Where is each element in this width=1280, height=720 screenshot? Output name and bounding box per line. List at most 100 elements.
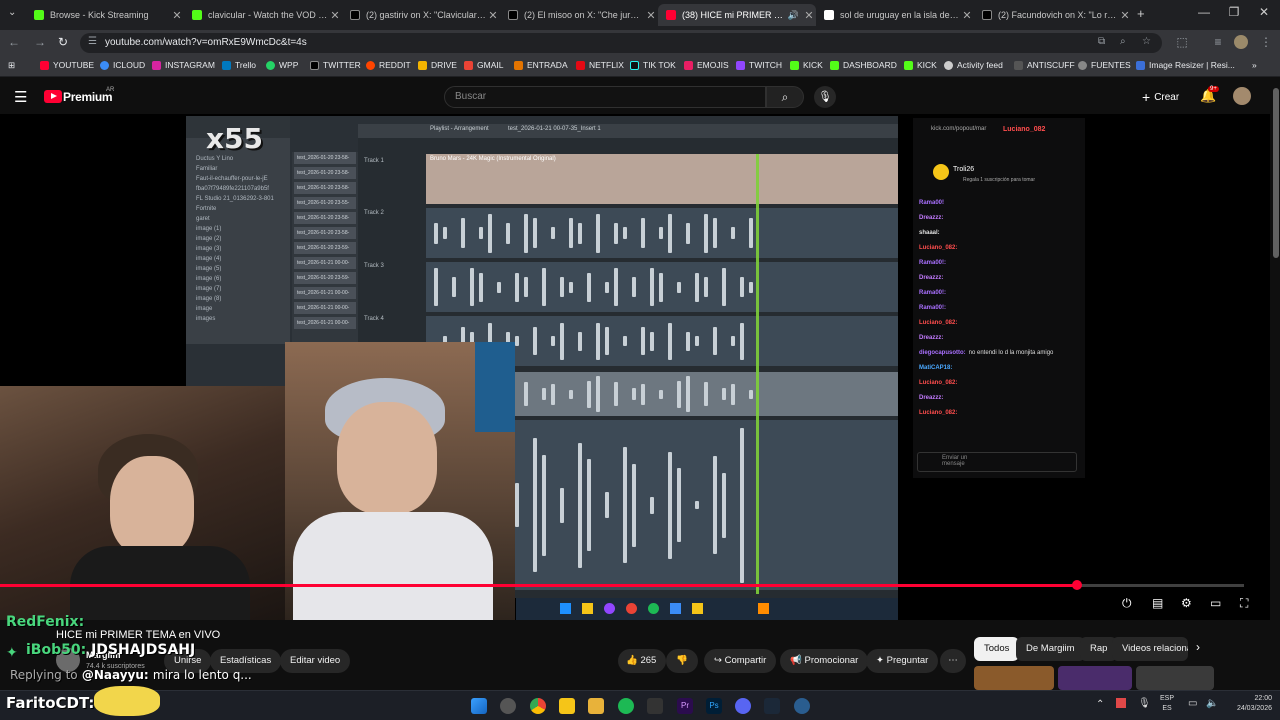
chat-username[interactable]: Dreazzz: [919, 335, 943, 341]
chat-input[interactable]: Enviar un mensaje [917, 452, 1077, 472]
voice-search-button[interactable]: 🎙 [814, 86, 836, 108]
bookmark-twitch[interactable]: TWITCH [736, 60, 782, 70]
search-input[interactable]: Buscar [444, 86, 766, 108]
page-scrollbar[interactable] [1272, 78, 1280, 690]
like-button[interactable]: 👍 265 [618, 649, 666, 673]
bookmark-antiscuff[interactable]: ANTISCUFF [1014, 60, 1075, 70]
filter-chip-channel[interactable]: De Margiim [1016, 637, 1085, 661]
chat-username[interactable]: Luciano_082: [919, 380, 957, 386]
bookmark-trello[interactable]: Trello [222, 60, 256, 70]
chat-username[interactable]: Luciano_082: [919, 320, 957, 326]
create-button[interactable]: + Crear [1142, 89, 1179, 105]
chat-username[interactable]: Rama00!: [919, 260, 946, 266]
theater-mode-icon[interactable]: ▭ [1210, 596, 1221, 610]
bookmark-star-icon[interactable]: ☆ [1142, 36, 1151, 47]
bookmark-reddit[interactable]: REDDIT [366, 60, 411, 70]
account-avatar[interactable] [1233, 87, 1251, 105]
windows-start-icon[interactable] [471, 698, 487, 714]
chat-username[interactable]: Luciano_082: [919, 410, 957, 416]
tab-google[interactable]: sol de uruguay en la isla de ep ✕ [816, 4, 974, 26]
bookmark-image-resizer[interactable]: Image Resizer | Resi... [1136, 60, 1235, 70]
close-window-icon[interactable]: ✕ [1254, 5, 1274, 19]
menu-icon[interactable]: ⋮ [1258, 35, 1274, 49]
apps-icon[interactable]: ⊞ [8, 60, 15, 71]
bookmark-emojis[interactable]: EMOJIS [684, 60, 729, 70]
bookmark-wpp[interactable]: WPP [266, 60, 298, 70]
chat-username[interactable]: Rama00!: [919, 305, 946, 311]
close-icon[interactable]: ✕ [1118, 9, 1132, 22]
chevron-right-icon[interactable]: › [1196, 640, 1200, 654]
bookmark-youtube[interactable]: YOUTUBE [40, 60, 94, 70]
search-button[interactable]: ⌕ [766, 86, 804, 108]
close-icon[interactable]: ✕ [644, 9, 658, 22]
speaker-icon[interactable]: 🔊 [788, 10, 799, 21]
restore-icon[interactable]: ❐ [1224, 5, 1244, 19]
scrubber-handle[interactable] [1072, 580, 1083, 590]
youtube-premium-logo[interactable]: Premium [63, 90, 113, 104]
chat-username[interactable]: Rama00! [919, 200, 944, 206]
tray-chevron-icon[interactable]: ⌃ [1096, 699, 1104, 710]
related-thumbnail[interactable] [1136, 666, 1214, 690]
subtitles-icon[interactable]: ▤ [1152, 596, 1163, 610]
ask-button[interactable]: ✦ Preguntar [866, 649, 939, 673]
minimize-icon[interactable]: — [1194, 5, 1214, 19]
bookmark-entrada[interactable]: ENTRADA [514, 60, 568, 70]
autoplay-toggle[interactable]: ⏻ [1122, 596, 1132, 611]
close-icon[interactable]: ✕ [170, 9, 184, 22]
share-button[interactable]: ↪ Compartir [704, 649, 777, 673]
bookmark-kick-2[interactable]: KICK [904, 60, 937, 70]
volume-icon[interactable]: 🔈 [1206, 698, 1218, 709]
file-explorer-icon[interactable] [588, 698, 604, 714]
spotify-icon[interactable] [618, 698, 634, 714]
fullscreen-icon[interactable]: ⛶ [1240, 596, 1248, 611]
reload-icon[interactable]: ↻ [55, 35, 71, 49]
filter-chip-todos[interactable]: Todos [974, 637, 1020, 661]
chat-username[interactable]: Luciano_082: [919, 245, 957, 251]
network-icon[interactable]: ▭ [1188, 698, 1197, 709]
app-icon[interactable] [794, 698, 810, 714]
tab-x-facundovich[interactable]: (2) Facundovich on X: "Lo reco ✕ [974, 4, 1132, 26]
video-player[interactable]: Ductus Y Lino Familiar Faut-il-echauffer… [0, 114, 1270, 620]
close-icon[interactable]: ✕ [486, 9, 500, 22]
tab-clavicular[interactable]: clavicular - Watch the VOD on Ki ✕ [184, 4, 342, 26]
tray-app-icon[interactable] [1116, 698, 1126, 708]
edit-video-button[interactable]: Editar video [280, 649, 351, 673]
tab-youtube-active[interactable]: (38) HICE mi PRIMER TEMA 🔊 ✕ [658, 4, 816, 26]
new-tab-button[interactable]: + [1137, 6, 1145, 21]
promote-button[interactable]: 📢 Promocionar [780, 649, 869, 673]
bookmark-kick[interactable]: KICK [790, 60, 823, 70]
bookmark-activity-feed[interactable]: Activity feed [944, 60, 1003, 70]
tab-search-icon[interactable]: ⌄ [8, 7, 16, 18]
app-icon[interactable] [500, 698, 516, 714]
chat-username[interactable]: Dreazzz: [919, 215, 943, 221]
tab-x-misoo[interactable]: (2) El misoo on X: "Che juro qu ✕ [500, 4, 658, 26]
bookmark-fuentes[interactable]: FUENTES [1078, 60, 1131, 70]
more-actions-button[interactable]: ⋯ [940, 649, 966, 673]
bookmark-dashboard[interactable]: DASHBOARD [830, 60, 897, 70]
dislike-button[interactable]: 👎 [666, 649, 698, 673]
bookmark-netflix[interactable]: NETFLIX [576, 60, 624, 70]
bookmark-drive[interactable]: DRIVE [418, 60, 457, 70]
chat-username[interactable]: MatiCAP18: [919, 365, 952, 371]
scrollbar-thumb[interactable] [1273, 88, 1279, 258]
steam-icon[interactable] [764, 698, 780, 714]
related-thumbnail[interactable] [974, 666, 1054, 690]
chrome-icon[interactable] [530, 698, 546, 714]
settings-gear-icon[interactable]: ⚙ [1181, 596, 1192, 610]
clock[interactable]: 22:00 24/03/2026 [1228, 694, 1272, 714]
reading-list-icon[interactable]: ≡ [1210, 35, 1226, 49]
close-icon[interactable]: ✕ [960, 9, 974, 22]
bookmark-instagram[interactable]: INSTAGRAM [152, 60, 215, 70]
address-bar[interactable]: ☰ youtube.com/watch?v=omRxE9WmcDc&t=4s ⧉… [80, 33, 1162, 53]
photoshop-icon[interactable]: Ps [706, 698, 722, 714]
premiere-icon[interactable]: Pr [677, 698, 693, 714]
site-info-icon[interactable]: ☰ [88, 36, 97, 47]
url-text[interactable]: youtube.com/watch?v=omRxE9WmcDc&t=4s [105, 37, 307, 48]
discord-icon[interactable] [735, 698, 751, 714]
youtube-logo-icon[interactable] [44, 90, 62, 103]
bookmark-tiktok[interactable]: TIK TOK [630, 60, 676, 70]
chat-username[interactable]: Rama00!: [919, 290, 946, 296]
filter-chip-related[interactable]: Videos relaciona [1112, 637, 1188, 661]
extensions-icon[interactable]: ⬚ [1174, 35, 1190, 49]
bookmark-gmail[interactable]: GMAIL [464, 60, 503, 70]
